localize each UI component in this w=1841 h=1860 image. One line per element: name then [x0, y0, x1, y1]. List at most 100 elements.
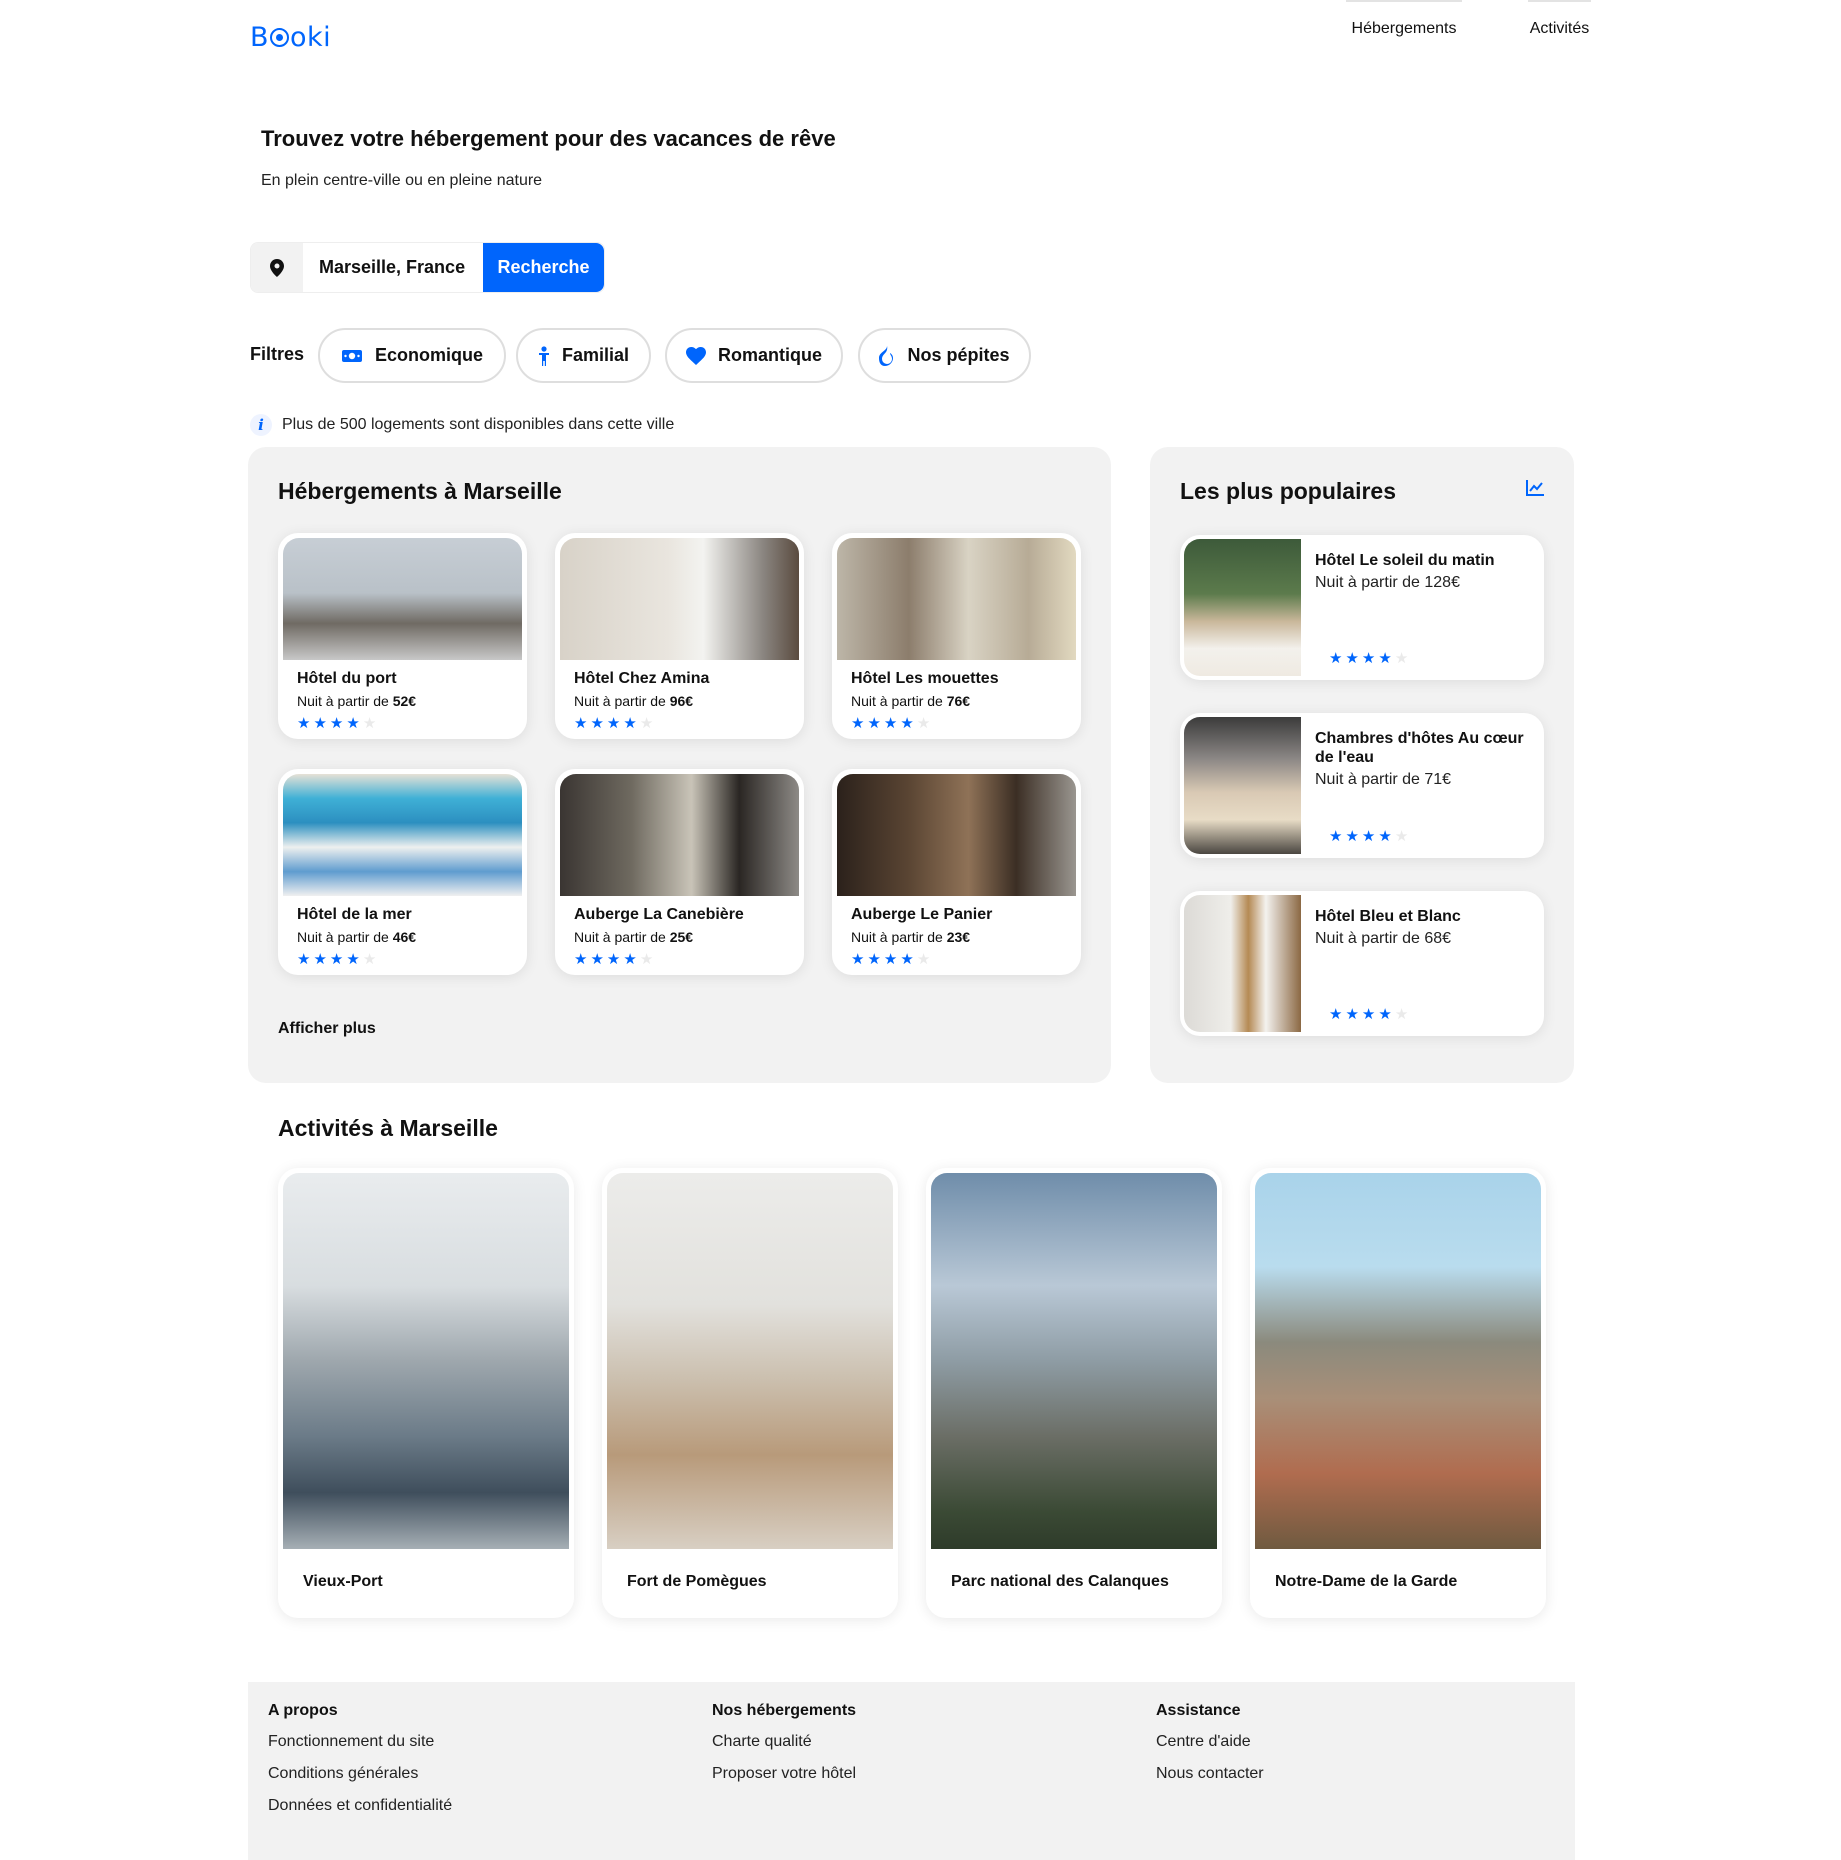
filter-pepites[interactable]: Nos pépites — [858, 328, 1031, 383]
footer-heading: Assistance — [1156, 1702, 1241, 1719]
activity-image — [283, 1173, 569, 1549]
star-icon: ★ — [639, 715, 654, 732]
footer-link[interactable]: Fonctionnement du site — [268, 1733, 452, 1751]
popular-title: Les plus populaires — [1180, 478, 1396, 504]
star-icon: ★ — [916, 951, 931, 968]
hero-title: Trouvez votre hébergement pour des vacan… — [261, 126, 836, 151]
hotel-image — [837, 538, 1076, 660]
activity-card[interactable]: Parc national des Calanques — [926, 1168, 1222, 1618]
money-icon — [341, 349, 362, 362]
show-more-link[interactable]: Afficher plus — [278, 1020, 376, 1038]
location-pin-icon — [251, 243, 303, 292]
hotel-price: Nuit à partir de 52€ — [297, 693, 417, 709]
filter-economique[interactable]: Economique — [318, 328, 506, 383]
footer-heading: Nos hébergements — [712, 1702, 857, 1719]
hotel-name: Hôtel de la mer — [297, 906, 412, 923]
search-input[interactable] — [303, 243, 483, 292]
nav-activites[interactable]: Activités — [1528, 0, 1591, 44]
rating-stars: ★ ★ ★ ★ ★ — [851, 952, 1076, 967]
star-icon: ★ — [590, 715, 604, 732]
rating-stars: ★ ★ ★ ★ ★ — [574, 716, 799, 731]
footer-heading: A propos — [268, 1702, 338, 1719]
star-icon: ★ — [606, 951, 621, 968]
filter-romantique[interactable]: Romantique — [665, 328, 843, 383]
star-icon: ★ — [1394, 828, 1409, 845]
star-icon: ★ — [329, 951, 344, 968]
popular-price: Nuit à partir de 128€ — [1315, 574, 1460, 591]
hotel-price: Nuit à partir de 76€ — [851, 693, 971, 709]
hotel-image — [560, 538, 799, 660]
star-icon: ★ — [1394, 1006, 1409, 1023]
popular-card[interactable]: Chambres d'hôtes Au cœur de l'eau Nuit à… — [1180, 713, 1544, 858]
footer-column-apropos: A propos Fonctionnement du site Conditio… — [268, 1702, 452, 1829]
star-icon: ★ — [329, 715, 344, 732]
hotel-card[interactable]: Hôtel Les mouettes Nuit à partir de 76€ … — [832, 533, 1081, 739]
rating-stars: ★ ★ ★ ★ ★ — [297, 952, 522, 967]
hotel-name: Auberge Le Panier — [851, 906, 993, 923]
hotel-name: Hôtel du port — [297, 670, 397, 687]
search-button[interactable]: Recherche — [483, 243, 604, 292]
nav-hebergements[interactable]: Hébergements — [1346, 0, 1462, 44]
popular-image — [1184, 717, 1301, 854]
star-icon: ★ — [313, 951, 327, 968]
activity-card[interactable]: Vieux-Port — [278, 1168, 574, 1618]
hotel-card[interactable]: Auberge La Canebière Nuit à partir de 25… — [555, 769, 804, 975]
star-icon: ★ — [1329, 828, 1343, 845]
hotel-image — [283, 538, 522, 660]
hotel-name: Hôtel Les mouettes — [851, 670, 999, 687]
star-icon: ★ — [851, 951, 865, 968]
rating-stars: ★ ★ ★ ★ ★ — [851, 716, 1076, 731]
star-icon: ★ — [1378, 1006, 1392, 1023]
star-icon: ★ — [297, 715, 311, 732]
activity-name: Notre-Dame de la Garde — [1275, 1573, 1458, 1590]
star-icon: ★ — [1361, 828, 1376, 845]
footer-link[interactable]: Données et confidentialité — [268, 1797, 452, 1815]
star-icon: ★ — [916, 715, 931, 732]
star-icon: ★ — [623, 951, 637, 968]
footer-link[interactable]: Charte qualité — [712, 1733, 856, 1751]
filters-label: Filtres — [250, 344, 305, 364]
info-message: i Plus de 500 logements sont disponibles… — [250, 414, 674, 436]
star-icon: ★ — [867, 715, 881, 732]
popular-card[interactable]: Hôtel Bleu et Blanc Nuit à partir de 68€… — [1180, 891, 1544, 1036]
booki-logo[interactable]: Boki — [250, 22, 331, 53]
star-icon: ★ — [1345, 1006, 1359, 1023]
star-icon: ★ — [574, 951, 588, 968]
popular-card[interactable]: Hôtel Le soleil du matin Nuit à partir d… — [1180, 535, 1544, 680]
activity-name: Parc national des Calanques — [951, 1573, 1169, 1590]
footer-link[interactable]: Conditions générales — [268, 1765, 452, 1783]
hotel-image — [283, 774, 522, 896]
filter-label: Nos pépites — [907, 345, 1010, 365]
footer-link[interactable]: Nous contacter — [1156, 1765, 1264, 1783]
star-icon: ★ — [346, 715, 360, 732]
hotel-card[interactable]: Auberge Le Panier Nuit à partir de 23€ ★… — [832, 769, 1081, 975]
hotel-card[interactable]: Hôtel du port Nuit à partir de 52€ ★ ★ ★ ★ ★ — [278, 533, 527, 739]
fire-icon — [879, 345, 894, 366]
star-icon: ★ — [867, 951, 881, 968]
star-icon: ★ — [883, 715, 898, 732]
rating-stars: ★ ★ ★ ★ ★ — [297, 716, 522, 731]
footer-link[interactable]: Proposer votre hôtel — [712, 1765, 856, 1783]
star-icon: ★ — [1394, 650, 1409, 667]
star-icon: ★ — [639, 951, 654, 968]
star-icon: ★ — [1345, 828, 1359, 845]
activity-card[interactable]: Fort de Pomègues — [602, 1168, 898, 1618]
accommodations-title: Hébergements à Marseille — [278, 478, 562, 504]
star-icon: ★ — [883, 951, 898, 968]
hotel-name: Auberge La Canebière — [574, 906, 744, 923]
star-icon: ★ — [606, 715, 621, 732]
popular-name: Chambres d'hôtes Au cœur de l'eau — [1315, 730, 1524, 766]
activity-image — [931, 1173, 1217, 1549]
filter-label: Familial — [561, 345, 630, 365]
filter-familial[interactable]: Familial — [516, 328, 651, 383]
hotel-card[interactable]: Hôtel Chez Amina Nuit à partir de 96€ ★ ★… — [555, 533, 804, 739]
activity-card[interactable]: Notre-Dame de la Garde — [1250, 1168, 1546, 1618]
footer-column-assistance: Assistance Centre d'aide Nous contacter — [1156, 1702, 1264, 1797]
footer-link[interactable]: Centre d'aide — [1156, 1733, 1264, 1751]
star-icon: ★ — [1361, 650, 1376, 667]
star-icon: ★ — [1345, 650, 1359, 667]
trend-chart-icon — [1526, 480, 1544, 496]
rating-stars: ★ ★ ★ ★ ★ — [1329, 1007, 1408, 1022]
hotel-card[interactable]: Hôtel de la mer Nuit à partir de 46€ ★ ★ ★… — [278, 769, 527, 975]
rating-stars: ★ ★ ★ ★ ★ — [1329, 651, 1408, 666]
